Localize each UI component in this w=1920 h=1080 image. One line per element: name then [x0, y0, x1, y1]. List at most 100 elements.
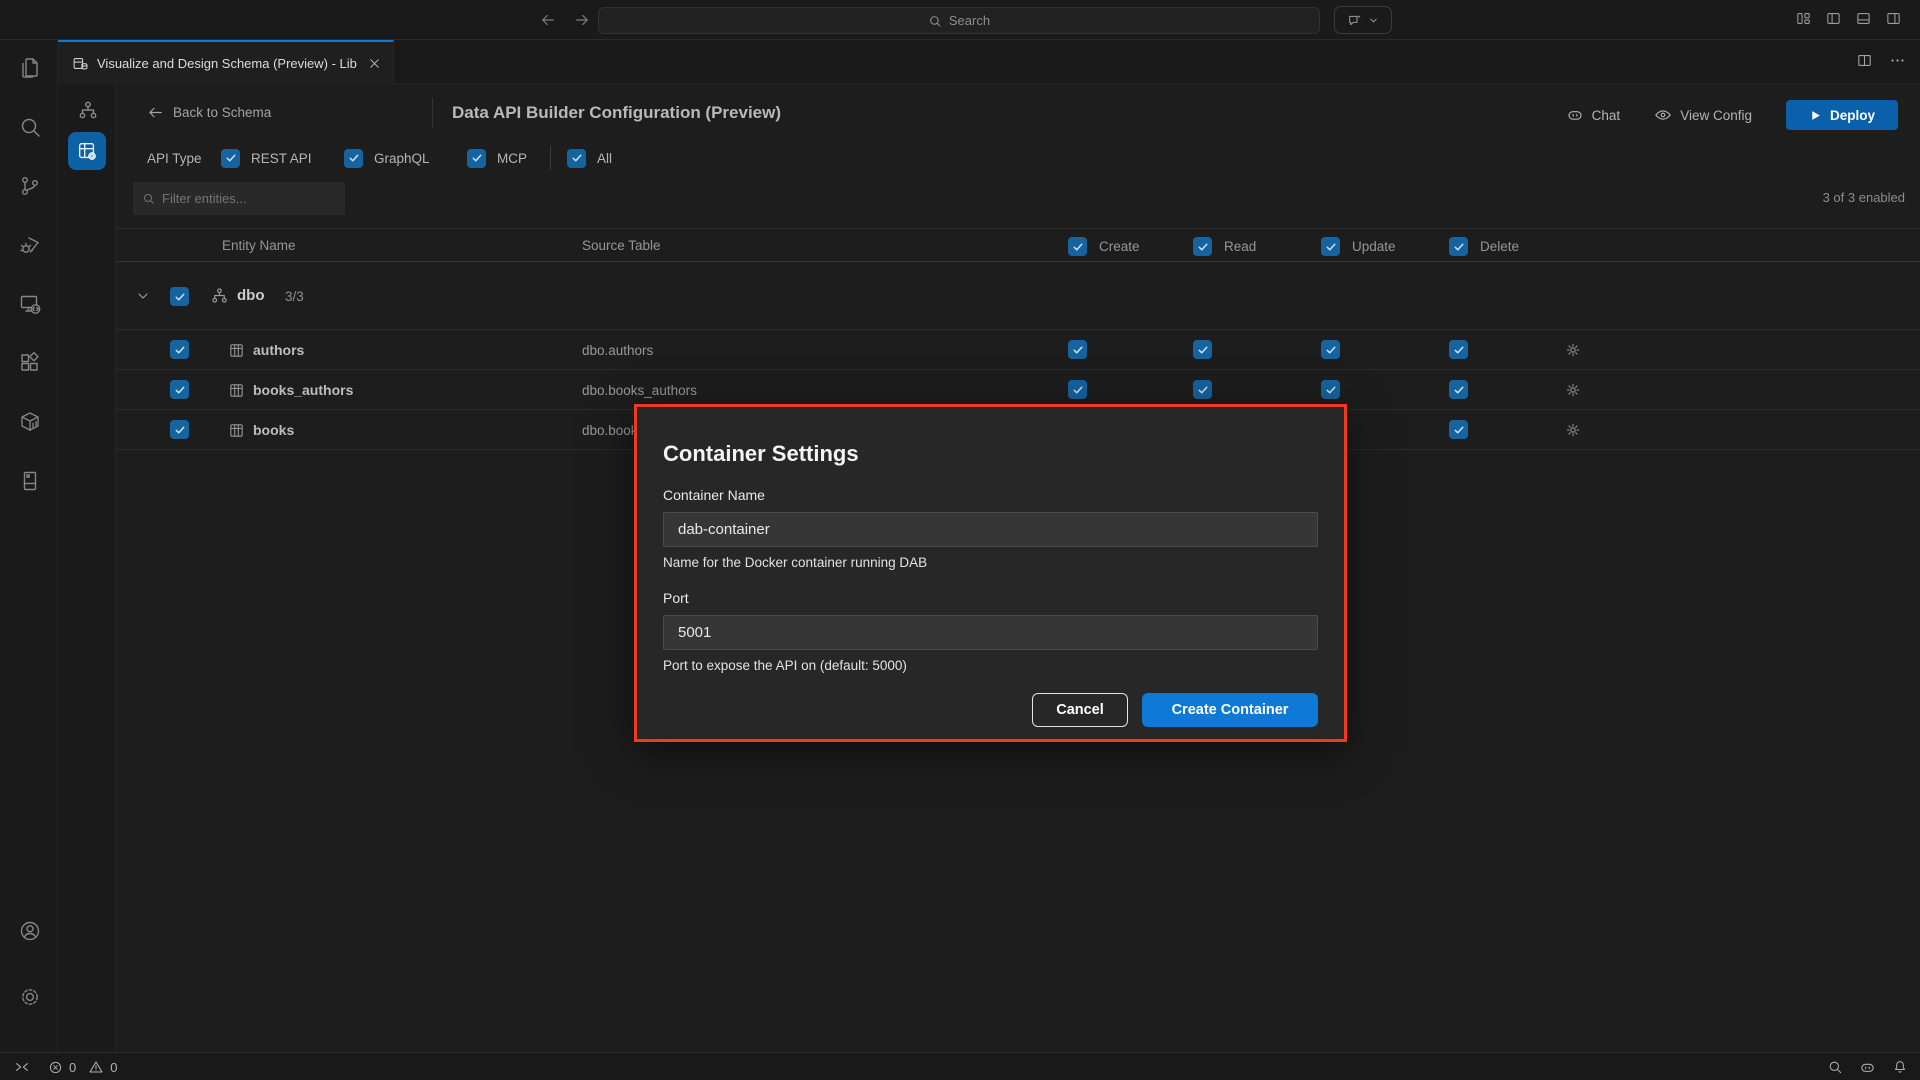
- delete-all-checkbox[interactable]: [1449, 237, 1468, 256]
- chat-button[interactable]: Chat: [1566, 106, 1621, 124]
- split-editor-icon[interactable]: [1856, 52, 1873, 69]
- extensions-icon[interactable]: [17, 350, 43, 376]
- create-header-label: Create: [1099, 239, 1140, 254]
- col-source-table: Source Table: [582, 238, 661, 253]
- remote-explorer-icon[interactable]: [17, 291, 43, 317]
- graphql-checkbox[interactable]: [344, 149, 363, 168]
- copilot-status-icon[interactable]: [1859, 1059, 1876, 1076]
- command-center-search[interactable]: Search: [598, 7, 1320, 34]
- nav-back-icon[interactable]: [536, 8, 560, 32]
- copilot-icon: [1566, 106, 1584, 124]
- filter-entities-input[interactable]: [162, 191, 338, 206]
- read-checkbox[interactable]: [1193, 340, 1212, 359]
- table-icon: [228, 342, 245, 359]
- graphql-label: GraphQL: [374, 151, 430, 166]
- header-divider: [432, 98, 433, 128]
- page-title: Data API Builder Configuration (Preview): [452, 103, 781, 123]
- nav-forward-icon[interactable]: [570, 8, 594, 32]
- database-icon[interactable]: [17, 468, 43, 494]
- deploy-button[interactable]: Deploy: [1786, 100, 1898, 130]
- row-settings-gear-icon[interactable]: [1565, 422, 1581, 438]
- notifications-bell-icon[interactable]: [1892, 1059, 1908, 1075]
- update-checkbox[interactable]: [1321, 380, 1340, 399]
- table-config-view-button[interactable]: [68, 132, 106, 170]
- delete-checkbox[interactable]: [1449, 380, 1468, 399]
- chevron-down-icon[interactable]: [135, 288, 151, 304]
- design-schema-tab-icon: [72, 55, 89, 72]
- layout-controls: [1795, 10, 1902, 27]
- toggle-secondary-sidebar-icon[interactable]: [1885, 10, 1902, 27]
- search-icon: [142, 192, 155, 205]
- enabled-summary: 3 of 3 enabled: [1823, 190, 1905, 205]
- back-to-schema-button[interactable]: Back to Schema: [147, 104, 271, 121]
- copilot-chat-icon: [1347, 12, 1363, 28]
- create-all-checkbox[interactable]: [1068, 237, 1087, 256]
- delete-checkbox[interactable]: [1449, 420, 1468, 439]
- col-read: Read: [1193, 237, 1256, 256]
- source-control-icon[interactable]: [17, 173, 43, 199]
- chat-label: Chat: [1592, 108, 1621, 123]
- all-option: All: [567, 149, 612, 168]
- toggle-panel-icon[interactable]: [1855, 10, 1872, 27]
- create-checkbox[interactable]: [1068, 380, 1087, 399]
- search-icon[interactable]: [17, 114, 43, 140]
- container-name-label: Container Name: [663, 487, 1318, 503]
- run-debug-icon[interactable]: [17, 232, 43, 258]
- toggle-primary-sidebar-icon[interactable]: [1825, 10, 1842, 27]
- settings-gear-icon[interactable]: [17, 984, 43, 1010]
- col-delete: Delete: [1449, 237, 1519, 256]
- update-checkbox[interactable]: [1321, 340, 1340, 359]
- rest-api-checkbox[interactable]: [221, 149, 240, 168]
- remote-indicator-icon[interactable]: [14, 1059, 30, 1075]
- mcp-label: MCP: [497, 151, 527, 166]
- problems-indicator[interactable]: 0 0: [48, 1059, 117, 1075]
- container-settings-dialog: Container Settings Container Name Name f…: [634, 404, 1347, 742]
- extension-view-rail: [58, 84, 116, 1052]
- row-settings-gear-icon[interactable]: [1565, 342, 1581, 358]
- error-count: 0: [69, 1060, 76, 1075]
- search-placeholder: Search: [949, 13, 990, 28]
- warning-icon: [88, 1059, 104, 1075]
- rest-api-label: REST API: [251, 151, 312, 166]
- table-icon: [228, 422, 245, 439]
- update-all-checkbox[interactable]: [1321, 237, 1340, 256]
- schema-visualize-icon[interactable]: [75, 97, 101, 123]
- tab-visualize-design-schema[interactable]: Visualize and Design Schema (Preview) - …: [58, 40, 394, 84]
- create-container-button[interactable]: Create Container: [1142, 693, 1318, 727]
- filter-entities-field: [133, 182, 345, 215]
- account-icon[interactable]: [17, 918, 43, 944]
- col-entity-name: Entity Name: [222, 238, 296, 253]
- row-checkbox[interactable]: [170, 380, 189, 399]
- copilot-menu-button[interactable]: [1334, 6, 1392, 34]
- deploy-label: Deploy: [1830, 108, 1875, 123]
- cancel-button[interactable]: Cancel: [1032, 693, 1128, 727]
- arrow-left-icon: [147, 104, 164, 121]
- mcp-checkbox[interactable]: [467, 149, 486, 168]
- dialog-buttons: Cancel Create Container: [663, 693, 1318, 727]
- row-checkbox[interactable]: [170, 340, 189, 359]
- view-config-button[interactable]: View Config: [1654, 106, 1752, 124]
- explorer-icon[interactable]: [17, 55, 43, 81]
- delete-checkbox[interactable]: [1449, 340, 1468, 359]
- header-actions: Chat View Config Deploy: [1566, 100, 1898, 130]
- tab-close-icon[interactable]: [365, 54, 383, 72]
- read-all-checkbox[interactable]: [1193, 237, 1212, 256]
- create-checkbox[interactable]: [1068, 340, 1087, 359]
- read-checkbox[interactable]: [1193, 380, 1212, 399]
- entity-name: books_authors: [253, 382, 353, 398]
- entity-name: books: [253, 422, 294, 438]
- dbo-group-checkbox[interactable]: [170, 287, 189, 306]
- chevron-down-icon: [1368, 15, 1379, 26]
- customize-layout-icon[interactable]: [1795, 10, 1812, 27]
- warning-count: 0: [110, 1060, 117, 1075]
- container-icon[interactable]: [17, 409, 43, 435]
- row-settings-gear-icon[interactable]: [1565, 382, 1581, 398]
- more-actions-icon[interactable]: [1889, 52, 1906, 69]
- status-bar: 0 0: [0, 1052, 1920, 1080]
- row-checkbox[interactable]: [170, 420, 189, 439]
- screencast-zoom-icon[interactable]: [1827, 1059, 1843, 1075]
- port-input[interactable]: [663, 615, 1318, 650]
- all-checkbox[interactable]: [567, 149, 586, 168]
- container-name-input[interactable]: [663, 512, 1318, 547]
- error-icon: [48, 1060, 63, 1075]
